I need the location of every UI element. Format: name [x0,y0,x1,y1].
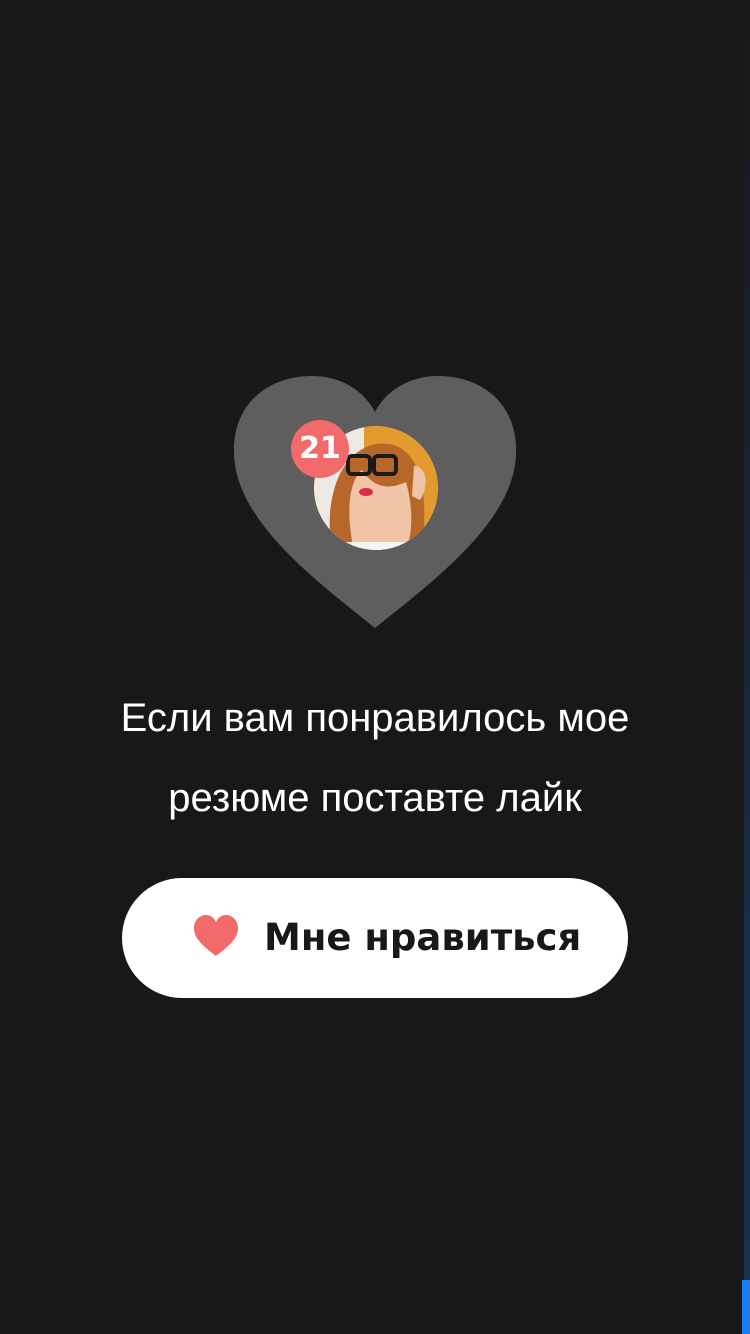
like-prompt-line-1: Если вам понравилось мое [120,696,630,740]
like-button-label: Мне нравиться [264,916,582,959]
like-button[interactable]: Мне нравиться [122,878,628,998]
likes-count-badge: 21 [291,420,349,478]
heart-icon [194,915,238,956]
like-prompt-text: Если вам понравилось мое резюме поставте… [40,678,710,838]
like-prompt-line-2: резюме поставте лайк [168,776,582,820]
right-edge-strip [744,0,750,1334]
like-screen: 21 Если вам понравилось мое резюме поста… [0,0,750,1334]
scroll-indicator [742,1280,750,1334]
